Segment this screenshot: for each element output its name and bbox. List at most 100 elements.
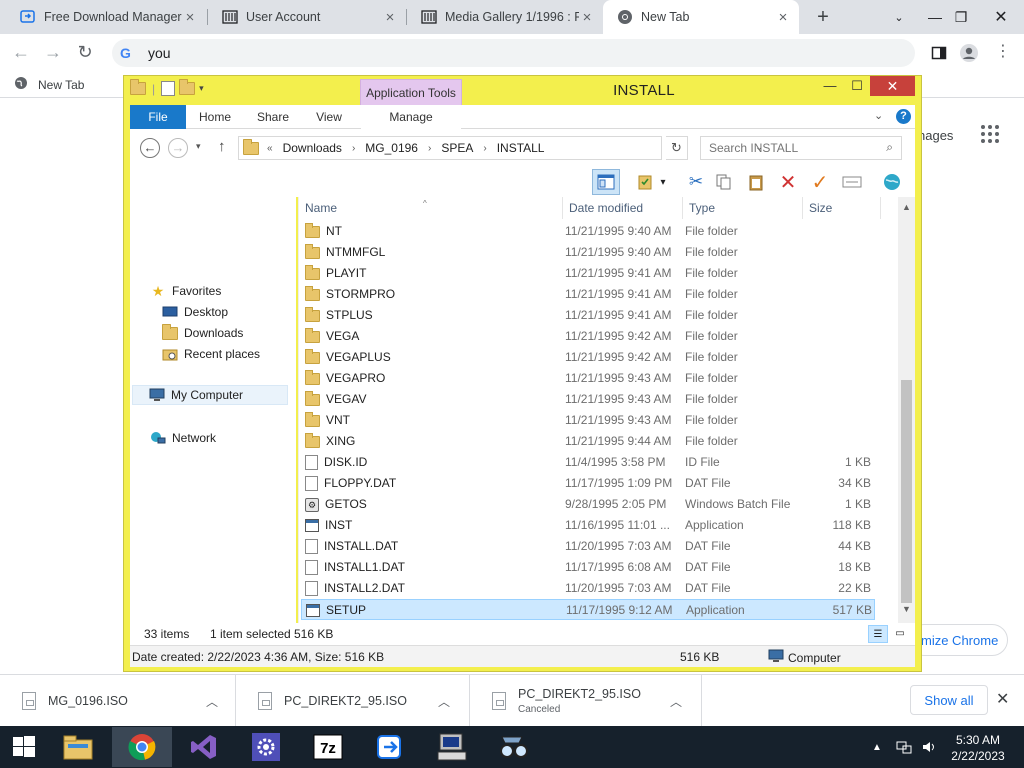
scroll-up-icon[interactable]: ▲ [898, 199, 915, 215]
profile-avatar-icon[interactable] [956, 40, 982, 66]
scroll-thumb[interactable] [901, 380, 912, 603]
search-box[interactable]: ⌕ [700, 136, 902, 160]
tray-overflow-icon[interactable]: ▲ [872, 726, 882, 768]
taskbar-visual-studio[interactable] [174, 727, 234, 767]
table-row[interactable]: INST 11/16/1995 11:01 ... Application 118 K… [301, 515, 875, 536]
close-shelf-icon[interactable]: ✕ [996, 689, 1009, 709]
table-row[interactable]: NT 11/21/1995 9:40 AM File folder [301, 221, 875, 242]
new-folder-icon[interactable] [179, 79, 196, 95]
globe-web-icon[interactable] [878, 169, 906, 195]
tab-close-icon[interactable]: × [579, 9, 595, 26]
breadcrumb-spea[interactable]: SPEA [441, 141, 473, 155]
breadcrumb-overflow[interactable]: « [267, 143, 273, 154]
column-header-name[interactable]: Name ^ [299, 197, 563, 219]
taskbar-computer-app[interactable] [422, 727, 482, 767]
sidebar-toggle-icon[interactable] [926, 40, 952, 66]
table-row[interactable]: INSTALL.DAT 11/20/1995 7:03 AM DAT File 44 … [301, 536, 875, 557]
column-header-date[interactable]: Date modified [563, 197, 683, 219]
omnibox[interactable]: G [112, 39, 915, 67]
tab-view[interactable]: View [304, 105, 354, 129]
chevron-up-icon[interactable]: ︿ [206, 693, 218, 710]
search-input[interactable] [701, 137, 871, 159]
breadcrumb-separator-icon[interactable]: › [483, 143, 486, 154]
preview-pane-icon[interactable] [592, 169, 620, 195]
table-row[interactable]: INSTALL2.DAT 11/20/1995 7:03 AM DAT File 22… [301, 578, 875, 599]
tab-close-icon[interactable]: × [775, 9, 791, 26]
large-icons-view-icon[interactable]: ▭ [890, 625, 910, 643]
table-row[interactable]: STORMPRO 11/21/1995 9:41 AM File folder [301, 284, 875, 305]
taskbar-free-download-manager[interactable] [360, 727, 420, 767]
nav-recent-places[interactable]: Recent places [162, 344, 260, 364]
table-row[interactable]: INSTALL1.DAT 11/17/1995 6:08 AM DAT File 18… [301, 557, 875, 578]
table-row[interactable]: FLOPPY.DAT 11/17/1995 1:09 PM DAT File 34 K… [301, 473, 875, 494]
paste-icon[interactable] [742, 169, 770, 195]
close-window-icon[interactable]: ✕ [984, 0, 1018, 34]
nav-my-computer[interactable]: My Computer [132, 385, 288, 405]
customize-chrome-button[interactable]: mize Chrome [908, 624, 1008, 656]
google-apps-icon[interactable] [980, 124, 1000, 144]
refresh-icon[interactable]: ↻ [666, 136, 688, 160]
tab-file[interactable]: File [130, 105, 186, 129]
scroll-down-icon[interactable]: ▼ [898, 601, 915, 617]
download-item[interactable]: PC_DIREKT2_95.ISO Canceled ︿ [470, 675, 702, 727]
tab-close-icon[interactable]: × [382, 9, 398, 26]
table-row[interactable]: SETUP 11/17/1995 9:12 AM Application 517 KB [301, 599, 875, 620]
breadcrumb-mg0196[interactable]: MG_0196 [365, 141, 418, 155]
back-arrow-icon[interactable]: ← [8, 40, 34, 66]
copy-icon[interactable] [710, 169, 738, 195]
taskbar-viewer-app[interactable] [484, 727, 544, 767]
volume-icon[interactable] [922, 726, 938, 768]
nav-desktop[interactable]: Desktop [162, 302, 228, 322]
download-item[interactable]: MG_0196.ISO ︿ [0, 675, 236, 727]
table-row[interactable]: STPLUS 11/21/1995 9:41 AM File folder [301, 305, 875, 326]
table-row[interactable]: ⚙ GETOS 9/28/1995 2:05 PM Windows Batch Fil… [301, 494, 875, 515]
properties-icon[interactable] [161, 81, 176, 96]
taskbar-7zip[interactable]: 7z [298, 727, 358, 767]
explorer-close-icon[interactable]: ✕ [870, 76, 915, 96]
explorer-maximize-icon[interactable]: ☐ [843, 76, 871, 96]
tab-new-tab[interactable]: New Tab × [603, 0, 799, 34]
properties-panel-icon[interactable] [838, 169, 866, 195]
tab-search-chevron-icon[interactable]: ⌄ [882, 0, 916, 34]
delete-icon[interactable]: ✕ [774, 169, 802, 195]
reload-icon[interactable]: ↻ [72, 40, 98, 66]
recent-locations-icon[interactable]: ▾ [196, 141, 201, 152]
restore-icon[interactable]: ❐ [944, 0, 978, 34]
breadcrumb-separator-icon[interactable]: › [352, 143, 355, 154]
column-header-type[interactable]: Type [683, 197, 803, 219]
table-row[interactable]: VEGAV 11/21/1995 9:43 AM File folder [301, 389, 875, 410]
chrome-menu-icon[interactable]: ⋮ [990, 40, 1016, 66]
qat-dropdown-icon[interactable]: ▾ [199, 83, 204, 94]
column-header-size[interactable]: Size [803, 197, 881, 219]
taskbar-clock[interactable]: 5:30 AM 2/22/2023 [940, 732, 1016, 764]
table-row[interactable]: XING 11/21/1995 9:44 AM File folder [301, 431, 875, 452]
tab-home[interactable]: Home [190, 105, 240, 129]
cut-icon[interactable]: ✂ [682, 169, 710, 195]
forward-arrow-icon[interactable]: → [40, 40, 66, 66]
taskbar-settings[interactable] [236, 727, 296, 767]
tab-free-download-manager[interactable]: Free Download Manager × [6, 0, 206, 34]
up-arrow-icon[interactable]: ↑ [218, 138, 226, 155]
table-row[interactable]: VEGAPLUS 11/21/1995 9:42 AM File folder [301, 347, 875, 368]
table-row[interactable]: VEGA 11/21/1995 9:42 AM File folder [301, 326, 875, 347]
show-all-button[interactable]: Show all [910, 685, 988, 715]
ribbon-collapse-icon[interactable]: ⌄ [874, 109, 883, 122]
breadcrumb-downloads[interactable]: Downloads [283, 141, 342, 155]
nav-downloads[interactable]: Downloads [162, 323, 243, 343]
table-row[interactable]: DISK.ID 11/4/1995 3:58 PM ID File 1 KB [301, 452, 875, 473]
start-windows-icon[interactable] [0, 726, 48, 768]
omnibox-input[interactable] [148, 45, 848, 61]
vertical-scrollbar[interactable]: ▲ ▼ [898, 197, 915, 645]
taskbar-chrome[interactable] [112, 727, 172, 767]
download-item[interactable]: PC_DIREKT2_95.ISO ︿ [236, 675, 470, 727]
tab-close-icon[interactable]: × [182, 9, 198, 26]
tab-manage[interactable]: Manage [361, 105, 461, 129]
nav-network[interactable]: Network [150, 428, 216, 448]
taskbar-file-explorer[interactable] [48, 727, 108, 767]
search-icon[interactable]: ⌕ [886, 140, 893, 155]
new-tab-plus-icon[interactable]: + [810, 4, 836, 30]
back-icon[interactable]: ← [140, 138, 160, 158]
images-link[interactable]: nages [918, 128, 953, 143]
tab-media-gallery[interactable]: Media Gallery 1/1996 : Fi × [407, 0, 603, 34]
table-row[interactable]: NTMMFGL 11/21/1995 9:40 AM File folder [301, 242, 875, 263]
